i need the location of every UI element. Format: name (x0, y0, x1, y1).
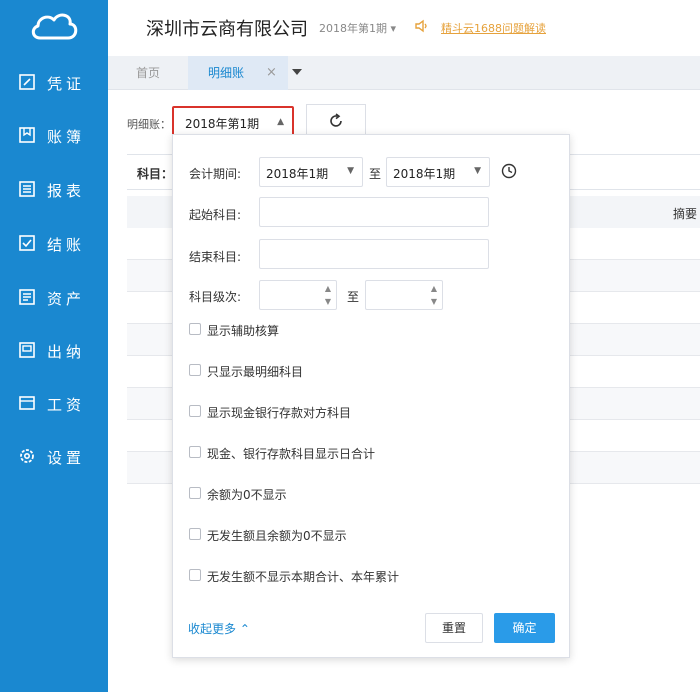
checkbox[interactable] (189, 569, 201, 581)
checkbox-label: 无发生额不显示本期合计、本年累计 (207, 570, 400, 584)
close-icon[interactable]: × (266, 56, 277, 90)
check-icon (19, 235, 35, 251)
period-to-select[interactable]: 2018年1期 ▼ (386, 157, 490, 187)
cashier-icon (19, 342, 35, 358)
sidebar-item-label: 报表 (47, 182, 86, 200)
tab-label: 明细账 (208, 66, 245, 80)
level-to-label: 至 (347, 290, 360, 304)
clock-icon[interactable] (501, 163, 517, 179)
start-subject-input[interactable] (259, 197, 489, 227)
sidebar-item-label: 结账 (47, 236, 86, 254)
period-from-value: 2018年1期 (266, 167, 329, 181)
period-to-value: 2018年1期 (393, 167, 456, 181)
chevron-up-icon: ⌃ (239, 622, 250, 636)
checkbox[interactable] (189, 446, 201, 458)
caret-down-icon[interactable]: ▼ (325, 297, 331, 306)
cloud-logo-icon (31, 13, 78, 40)
collapse-text: 收起更多 (188, 622, 237, 636)
notice-link[interactable]: 精斗云1688问题解读 (441, 20, 546, 36)
ledger-icon (19, 127, 35, 143)
level-label: 科目级次: (189, 290, 242, 304)
tab-detail-ledger[interactable]: 明细账 × (188, 56, 288, 90)
refresh-button[interactable] (306, 104, 366, 138)
period-label: 会计期间: (189, 167, 242, 181)
sidebar-item-voucher[interactable]: 凭证 (0, 64, 108, 100)
confirm-button[interactable]: 确定 (494, 613, 555, 643)
end-subject-input[interactable] (259, 239, 489, 269)
checkbox[interactable] (189, 528, 201, 540)
sidebar-item-label: 出纳 (47, 343, 86, 361)
sidebar: 凭证 账簿 报表 结账 资产 出纳 工资 设置 (0, 0, 108, 692)
sidebar-item-settings[interactable]: 设置 (0, 438, 108, 474)
period-text: 2018年第1期 (319, 22, 387, 35)
sidebar-item-report[interactable]: 报表 (0, 171, 108, 207)
summary-column-label: 摘要 (673, 207, 698, 221)
checkbox-label: 现金、银行存款科目显示日合计 (207, 447, 376, 461)
period-select-value: 2018年第1期 (185, 117, 260, 131)
sidebar-item-label: 资产 (47, 290, 86, 308)
caret-up-icon[interactable]: ▲ (431, 284, 437, 293)
checkbox-label: 余额为0不显示 (207, 488, 287, 502)
level-from-stepper[interactable]: ▲ ▼ (259, 280, 337, 310)
sidebar-item-label: 凭证 (47, 75, 86, 93)
period-dropdown[interactable]: 2018年第1期 ▾ (319, 20, 396, 36)
checkbox-label: 无发生额且余额为0不显示 (207, 529, 347, 543)
collapse-more-link[interactable]: 收起更多 ⌃ (188, 620, 250, 637)
salary-icon (19, 396, 35, 410)
start-subject-label: 起始科目: (189, 208, 242, 222)
report-icon (19, 181, 35, 197)
header: 深圳市云商有限公司 2018年第1期 ▾ 精斗云1688问题解读 (108, 0, 700, 56)
to-label: 至 (369, 167, 382, 181)
sidebar-item-salary[interactable]: 工资 (0, 385, 108, 421)
checkbox[interactable] (189, 405, 201, 417)
sidebar-item-ledger[interactable]: 账簿 (0, 117, 108, 153)
gear-icon (20, 449, 34, 463)
chevron-down-icon: ▼ (474, 166, 481, 176)
sidebar-item-assets[interactable]: 资产 (0, 279, 108, 315)
company-name: 深圳市云商有限公司 (146, 19, 308, 40)
sidebar-item-cashier[interactable]: 出纳 (0, 332, 108, 368)
refresh-icon (330, 113, 342, 127)
toolbar-label: 明细账： (127, 118, 171, 131)
edit-icon (19, 74, 35, 90)
checkbox[interactable] (189, 487, 201, 499)
subject-label: 科目： (137, 167, 174, 181)
end-subject-label: 结束科目: (189, 250, 242, 264)
filter-panel: 会计期间: 2018年1期 ▼ 至 2018年1期 ▼ 起始科目: 结束科目: … (172, 134, 570, 658)
chevron-down-icon: ▼ (347, 166, 354, 176)
reset-button[interactable]: 重置 (425, 613, 483, 643)
asset-icon (19, 289, 35, 305)
caret-up-icon[interactable]: ▲ (325, 284, 331, 293)
checkbox[interactable] (189, 364, 201, 376)
tab-home[interactable]: 首页 (108, 56, 188, 90)
chevron-down-icon: ▾ (390, 22, 397, 35)
speaker-icon (415, 19, 427, 33)
checkbox-label: 显示现金银行存款对方科目 (207, 406, 352, 420)
tab-menu-icon[interactable] (292, 69, 302, 75)
level-to-stepper[interactable]: ▲ ▼ (365, 280, 443, 310)
caret-down-icon[interactable]: ▼ (431, 297, 437, 306)
checkbox-label: 只显示最明细科目 (207, 365, 304, 379)
sidebar-item-closing[interactable]: 结账 (0, 225, 108, 261)
chevron-up-icon: ▲ (277, 117, 284, 127)
sidebar-item-label: 设置 (47, 449, 86, 467)
checkbox[interactable] (189, 323, 201, 335)
sidebar-item-label: 账簿 (47, 128, 86, 146)
checkbox-label: 显示辅助核算 (207, 324, 280, 338)
period-from-select[interactable]: 2018年1期 ▼ (259, 157, 363, 187)
sidebar-item-label: 工资 (47, 396, 86, 414)
tab-bar: 首页 明细账 × (108, 56, 700, 90)
